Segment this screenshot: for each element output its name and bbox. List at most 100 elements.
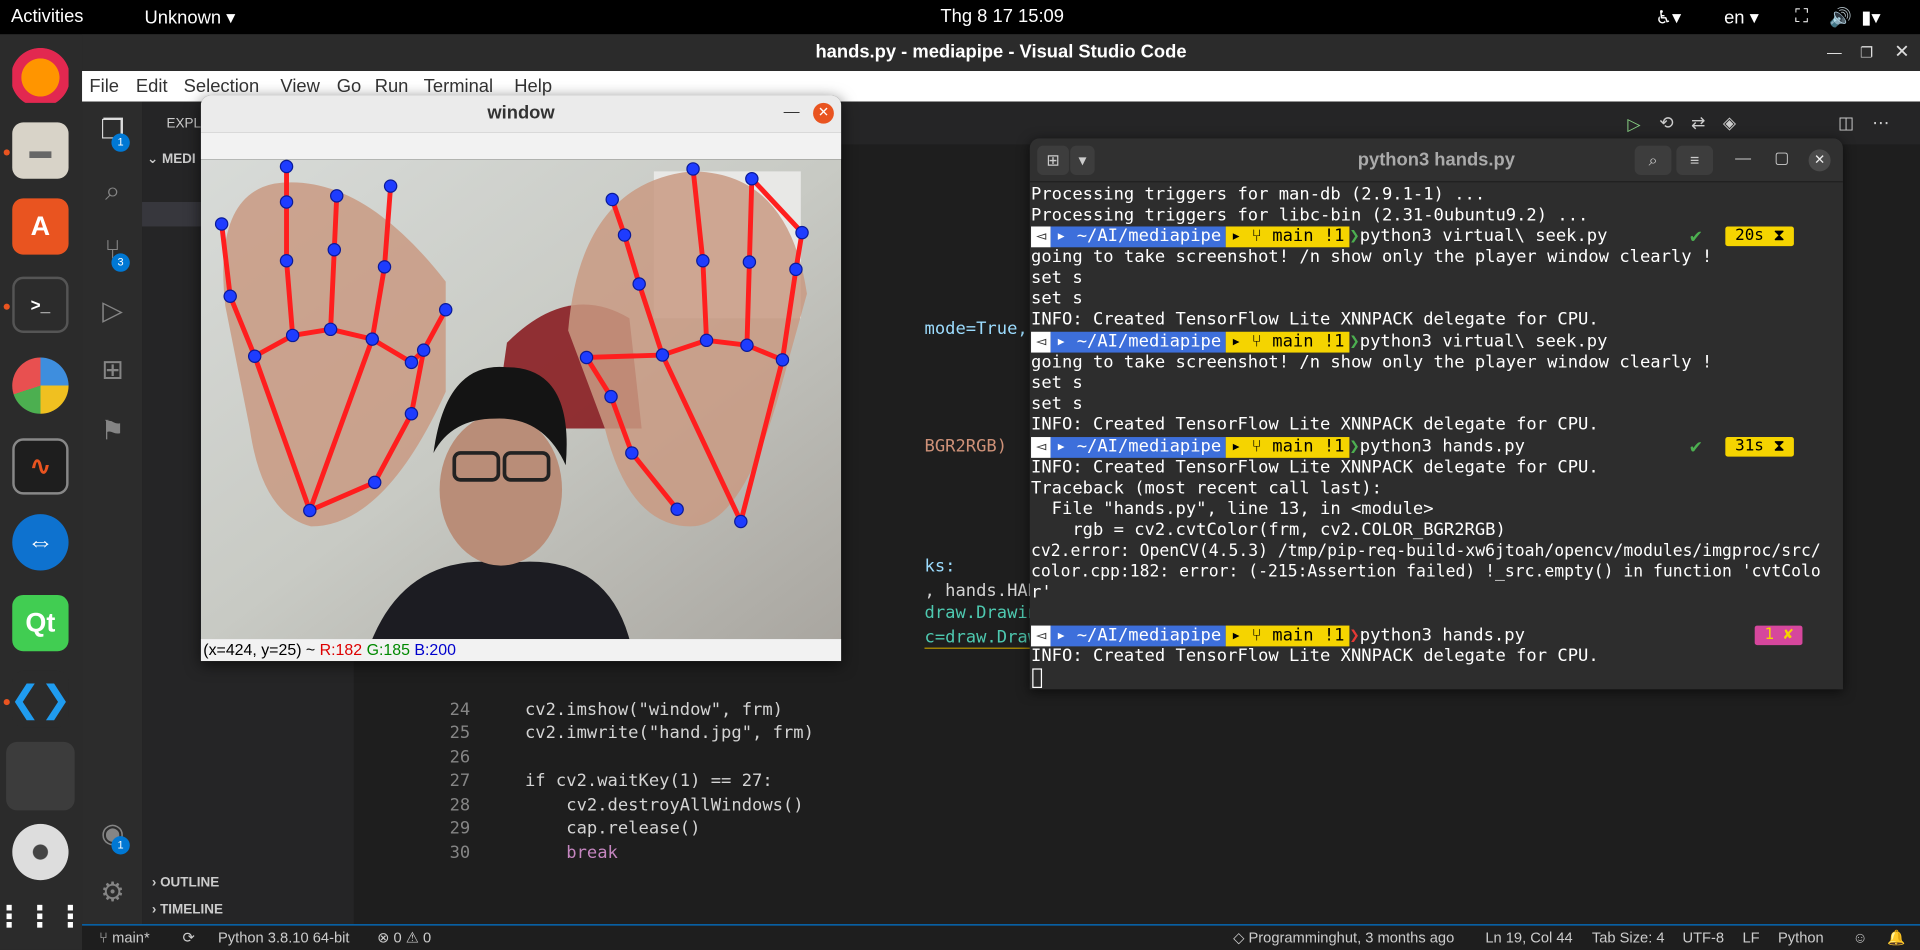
vscode-icon[interactable]: ❮❯ bbox=[10, 670, 71, 728]
menu-selection[interactable]: Selection bbox=[184, 76, 260, 97]
menu-terminal[interactable]: Terminal bbox=[424, 76, 493, 97]
cursor-position[interactable]: Ln 19, Col 44 bbox=[1485, 929, 1572, 946]
outline-section[interactable]: › OUTLINE bbox=[152, 875, 219, 890]
webcam-frame[interactable] bbox=[200, 159, 842, 640]
accessibility-icon[interactable]: ♿▾ bbox=[1656, 6, 1682, 28]
output-line: color.cpp:182: error: (-215:Assertion fa… bbox=[1031, 563, 1821, 582]
software-center-icon[interactable]: A bbox=[12, 198, 69, 255]
terminal-output[interactable]: Processing triggers for man-db (2.9.1-1)… bbox=[1029, 182, 1843, 690]
pixel-r: R:182 bbox=[319, 640, 363, 659]
firefox-icon[interactable] bbox=[12, 46, 69, 103]
battery-icon[interactable]: ▮▾ bbox=[1861, 6, 1880, 28]
branch-label: main* bbox=[112, 929, 150, 947]
sync-icon[interactable]: ⟳ bbox=[182, 929, 194, 946]
system-monitor-icon[interactable]: ∿ bbox=[12, 438, 69, 495]
output-line: set s bbox=[1031, 373, 1083, 393]
terminal-title: python3 hands.py bbox=[1357, 149, 1515, 171]
bookmark-icon[interactable]: ⚑ bbox=[96, 415, 130, 447]
code-line: cv2.destroyAllWindows() bbox=[483, 795, 804, 816]
explorer-badge: 1 bbox=[111, 133, 130, 152]
terminal-headerbar: ⊞ ▾ python3 hands.py ⌕ ≡ — ▢ ✕ bbox=[1029, 138, 1843, 183]
output-line: INFO: Created TensorFlow Lite XNNPACK de… bbox=[1031, 457, 1599, 478]
clock[interactable]: Thg 8 17 15:09 bbox=[940, 6, 1064, 27]
qt-creator-icon[interactable]: Qt bbox=[12, 594, 69, 652]
encoding[interactable]: UTF-8 bbox=[1682, 929, 1724, 946]
problems-indicator[interactable]: ⊗ 0 ⚠ 0 bbox=[377, 929, 431, 946]
scm-badge: 3 bbox=[111, 253, 130, 272]
git-icon[interactable]: ◈ bbox=[1723, 113, 1736, 134]
prompt-arrow: ❯ bbox=[1349, 437, 1360, 457]
maximize-icon[interactable]: ▢ bbox=[1774, 148, 1789, 168]
command-text: python3 virtual\ seek.py bbox=[1359, 226, 1608, 247]
branch-status[interactable]: ⑂ main* bbox=[99, 929, 149, 946]
prompt-line: ◅ ▸ ~/AI/mediapipe ▸ ⑂ main !1 ❯python3 han… bbox=[1031, 625, 1525, 647]
duration-pill: 20s ⧗ bbox=[1725, 226, 1795, 247]
output-line: set s bbox=[1031, 288, 1083, 309]
window-title: hands.py - mediapipe - Visual Studio Cod… bbox=[815, 41, 1187, 63]
eol[interactable]: LF bbox=[1742, 929, 1759, 946]
code-line: cv2.imwrite("hand.jpg", frm) bbox=[483, 723, 814, 744]
command-text: python3 hands.py bbox=[1359, 437, 1525, 457]
prompt-branch: ▸ ⑂ main !1 bbox=[1226, 625, 1350, 647]
prompt-segment: ◅ bbox=[1031, 226, 1052, 248]
notifications-icon[interactable]: 🔔 bbox=[1887, 929, 1905, 946]
output-line: going to take screenshot! /n show only t… bbox=[1031, 247, 1713, 267]
maximize-icon[interactable]: ❐ bbox=[1860, 34, 1873, 71]
extensions-icon[interactable]: ⊞ bbox=[96, 354, 130, 386]
menu-go[interactable]: Go bbox=[337, 76, 362, 97]
feedback-icon[interactable]: ☺ bbox=[1853, 929, 1868, 946]
minimize-icon[interactable]: — bbox=[784, 102, 800, 120]
opencv-window: window — ✕ (x=424, y=25) ~ R:182 G:185 B… bbox=[200, 95, 842, 662]
volume-icon[interactable]: 🔊 bbox=[1829, 6, 1852, 28]
exit-code-pill: 1 ✘ bbox=[1754, 625, 1804, 646]
close-icon[interactable]: ✕ bbox=[1894, 34, 1909, 71]
timeline-section[interactable]: › TIMELINE bbox=[152, 902, 223, 917]
dvd-drive-icon[interactable] bbox=[12, 823, 69, 881]
search-icon[interactable]: ⌕ bbox=[96, 175, 130, 207]
terminal-icon[interactable]: >_ bbox=[12, 276, 69, 333]
hamburger-menu-icon[interactable]: ≡ bbox=[1676, 145, 1714, 176]
minimize-icon[interactable]: — bbox=[1735, 148, 1751, 166]
workspace-folder[interactable]: ⌄ MEDI bbox=[147, 151, 196, 167]
search-icon[interactable]: ⌕ bbox=[1634, 145, 1672, 176]
settings-gear-icon[interactable]: ⚙ bbox=[96, 877, 130, 909]
output-line: r' bbox=[1031, 582, 1052, 603]
menu-edit[interactable]: Edit bbox=[136, 76, 168, 97]
menu-help[interactable]: Help bbox=[514, 76, 552, 97]
disk-usage-icon[interactable] bbox=[12, 357, 69, 414]
line-number: 26 bbox=[449, 747, 471, 768]
compare-icon[interactable]: ⇄ bbox=[1691, 113, 1705, 134]
run-debug-icon[interactable]: ▷ bbox=[96, 295, 130, 327]
menu-view[interactable]: View bbox=[280, 76, 319, 97]
run-icon[interactable]: ▷ bbox=[1627, 114, 1640, 135]
app-menu-label: Unknown bbox=[144, 7, 222, 29]
close-icon[interactable]: ✕ bbox=[813, 102, 834, 124]
show-applications-icon[interactable]: ⋮⋮⋮ bbox=[0, 889, 85, 945]
network-icon[interactable]: ⛶ bbox=[1795, 6, 1808, 27]
close-icon[interactable]: ✕ bbox=[1808, 149, 1831, 172]
menu-run[interactable]: Run bbox=[375, 76, 409, 97]
language-indicator[interactable]: en ▾ bbox=[1724, 6, 1759, 28]
output-line: set s bbox=[1031, 268, 1083, 288]
active-window-slot[interactable] bbox=[6, 741, 75, 811]
prompt-segment: ◅ bbox=[1031, 331, 1052, 353]
files-icon[interactable]: ▬ bbox=[12, 122, 69, 179]
success-icon: ✔ bbox=[1688, 437, 1703, 457]
timeline-icon[interactable]: ⟲ bbox=[1659, 113, 1673, 134]
code-line: cap.release() bbox=[483, 818, 701, 839]
line-number: 30 bbox=[449, 843, 471, 864]
app-menu[interactable]: Unknown ▾ bbox=[144, 6, 235, 28]
cv-toolbar bbox=[200, 132, 842, 160]
language-mode[interactable]: Python bbox=[1778, 929, 1824, 946]
cv-window-title: window bbox=[487, 102, 555, 124]
activities-button[interactable]: Activities bbox=[11, 6, 83, 27]
tab-size[interactable]: Tab Size: 4 bbox=[1592, 929, 1665, 946]
more-actions-icon[interactable]: ⋯ bbox=[1872, 113, 1889, 134]
minimize-icon[interactable]: — bbox=[1827, 34, 1842, 71]
menu-file[interactable]: File bbox=[89, 76, 119, 97]
git-blame[interactable]: ◇ Programminghut, 3 months ago bbox=[1233, 929, 1454, 946]
python-interpreter[interactable]: Python 3.8.10 64-bit bbox=[218, 929, 350, 946]
activity-bar: ❐ 1 ⌕ ⑂ 3 ▷ ⊞ ⚑ ◉ 1 ⚙ bbox=[82, 101, 143, 925]
teamviewer-icon[interactable]: ⇔ bbox=[12, 514, 69, 571]
split-editor-icon[interactable]: ◫ bbox=[1838, 113, 1854, 134]
